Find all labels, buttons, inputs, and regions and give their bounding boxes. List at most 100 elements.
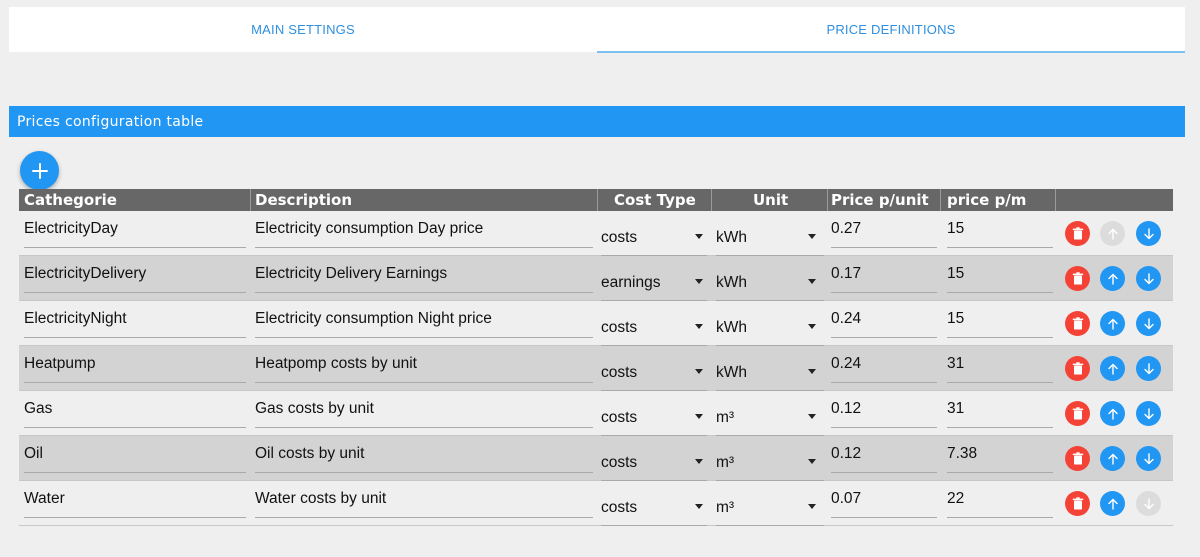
table-row: ElectricityDay Electricity consumption Da… <box>19 211 1173 256</box>
trash-icon <box>1072 227 1083 240</box>
description-field[interactable]: Electricity consumption Day price <box>255 220 593 248</box>
move-down-button[interactable] <box>1136 221 1161 246</box>
trash-icon <box>1072 272 1083 285</box>
category-value: Gas <box>24 400 53 417</box>
cost-type-select[interactable]: costs <box>601 445 707 481</box>
table-row: Gas Gas costs by unit costs m³ 0.12 31 <box>19 391 1173 436</box>
price-per-unit-field[interactable]: 0.24 <box>831 310 937 338</box>
unit-select[interactable]: kWh <box>716 220 824 256</box>
description-field[interactable]: Oil costs by unit <box>255 445 593 473</box>
description-field[interactable]: Heatpomp costs by unit <box>255 355 593 383</box>
unit-select[interactable]: m³ <box>716 400 824 436</box>
header-category: Cathegorie <box>24 191 117 209</box>
category-field[interactable]: ElectricityDay <box>24 220 246 248</box>
delete-row-button[interactable] <box>1065 401 1090 426</box>
table-row: ElectricityNight Electricity consumption … <box>19 301 1173 346</box>
price-per-unit-field[interactable]: 0.17 <box>831 265 937 293</box>
table-row: ElectricityDelivery Electricity Delivery … <box>19 256 1173 301</box>
price-per-unit-field[interactable]: 0.24 <box>831 355 937 383</box>
category-field[interactable]: Water <box>24 490 246 518</box>
category-value: ElectricityNight <box>24 310 127 327</box>
tab-main-settings[interactable]: MAIN SETTINGS <box>9 7 597 52</box>
price-per-unit-field[interactable]: 0.12 <box>831 400 937 428</box>
table-body: ElectricityDay Electricity consumption Da… <box>19 211 1173 526</box>
move-up-button[interactable] <box>1100 221 1125 246</box>
price-per-unit-field[interactable]: 0.07 <box>831 490 937 518</box>
move-down-button[interactable] <box>1136 401 1161 426</box>
move-down-button[interactable] <box>1136 356 1161 381</box>
delete-row-button[interactable] <box>1065 221 1090 246</box>
price-per-unit-field[interactable]: 0.27 <box>831 220 937 248</box>
delete-row-button[interactable] <box>1065 311 1090 336</box>
move-down-button[interactable] <box>1136 266 1161 291</box>
price-per-month-value: 22 <box>947 490 965 507</box>
unit-select[interactable]: kWh <box>716 310 824 346</box>
header-divider <box>597 189 598 211</box>
cost-type-select[interactable]: costs <box>601 310 707 346</box>
move-up-button[interactable] <box>1100 401 1125 426</box>
header-price-unit: Price p/unit <box>831 191 929 209</box>
caret-down-icon <box>695 504 703 509</box>
tab-bar: MAIN SETTINGS PRICE DEFINITIONS <box>9 7 1185 53</box>
delete-row-button[interactable] <box>1065 356 1090 381</box>
move-up-button[interactable] <box>1100 446 1125 471</box>
move-up-button[interactable] <box>1100 491 1125 516</box>
arrow-down-icon <box>1143 407 1154 419</box>
unit-select[interactable]: kWh <box>716 355 824 391</box>
description-field[interactable]: Electricity Delivery Earnings <box>255 265 593 293</box>
description-value: Electricity Delivery Earnings <box>255 265 448 282</box>
category-field[interactable]: Oil <box>24 445 246 473</box>
unit-value: kWh <box>716 364 747 381</box>
arrow-down-icon <box>1143 317 1154 329</box>
price-per-month-field[interactable]: 15 <box>947 310 1053 338</box>
description-field[interactable]: Gas costs by unit <box>255 400 593 428</box>
category-field[interactable]: Heatpump <box>24 355 246 383</box>
header-price-month: price p/m <box>947 191 1027 209</box>
move-up-button[interactable] <box>1100 311 1125 336</box>
delete-row-button[interactable] <box>1065 266 1090 291</box>
cost-type-select[interactable]: costs <box>601 490 707 526</box>
unit-select[interactable]: kWh <box>716 265 824 301</box>
trash-icon <box>1072 362 1083 375</box>
price-per-month-field[interactable]: 31 <box>947 400 1053 428</box>
unit-value: kWh <box>716 229 747 246</box>
caret-down-icon <box>808 459 816 464</box>
trash-icon <box>1072 407 1083 420</box>
description-field[interactable]: Electricity consumption Night price <box>255 310 593 338</box>
add-row-button[interactable] <box>20 151 59 190</box>
price-per-month-field[interactable]: 15 <box>947 265 1053 293</box>
category-field[interactable]: ElectricityDelivery <box>24 265 246 293</box>
category-value: ElectricityDelivery <box>24 265 147 282</box>
price-per-month-field[interactable]: 31 <box>947 355 1053 383</box>
delete-row-button[interactable] <box>1065 491 1090 516</box>
price-per-unit-field[interactable]: 0.12 <box>831 445 937 473</box>
tab-price-definitions[interactable]: PRICE DEFINITIONS <box>597 7 1185 53</box>
move-up-button[interactable] <box>1100 266 1125 291</box>
delete-row-button[interactable] <box>1065 446 1090 471</box>
move-down-button[interactable] <box>1136 446 1161 471</box>
cost-type-select[interactable]: costs <box>601 355 707 391</box>
move-down-button[interactable] <box>1136 311 1161 336</box>
price-per-month-field[interactable]: 22 <box>947 490 1053 518</box>
caret-down-icon <box>808 324 816 329</box>
price-per-month-field[interactable]: 7.38 <box>947 445 1053 473</box>
description-value: Electricity consumption Night price <box>255 310 492 327</box>
caret-down-icon <box>808 504 816 509</box>
caret-down-icon <box>695 234 703 239</box>
prices-table: Cathegorie Description Cost Type Unit Pr… <box>19 189 1173 526</box>
unit-select[interactable]: m³ <box>716 490 824 526</box>
category-field[interactable]: ElectricityNight <box>24 310 246 338</box>
price-per-month-field[interactable]: 15 <box>947 220 1053 248</box>
price-per-unit-value: 0.24 <box>831 310 862 327</box>
cost-type-select[interactable]: costs <box>601 400 707 436</box>
move-up-button[interactable] <box>1100 356 1125 381</box>
move-down-button[interactable] <box>1136 491 1161 516</box>
description-field[interactable]: Water costs by unit <box>255 490 593 518</box>
category-field[interactable]: Gas <box>24 400 246 428</box>
unit-select[interactable]: m³ <box>716 445 824 481</box>
cost-type-value: costs <box>601 319 638 336</box>
header-description: Description <box>255 191 353 209</box>
cost-type-select[interactable]: costs <box>601 220 707 256</box>
header-divider <box>711 189 712 211</box>
cost-type-select[interactable]: earnings <box>601 265 707 301</box>
